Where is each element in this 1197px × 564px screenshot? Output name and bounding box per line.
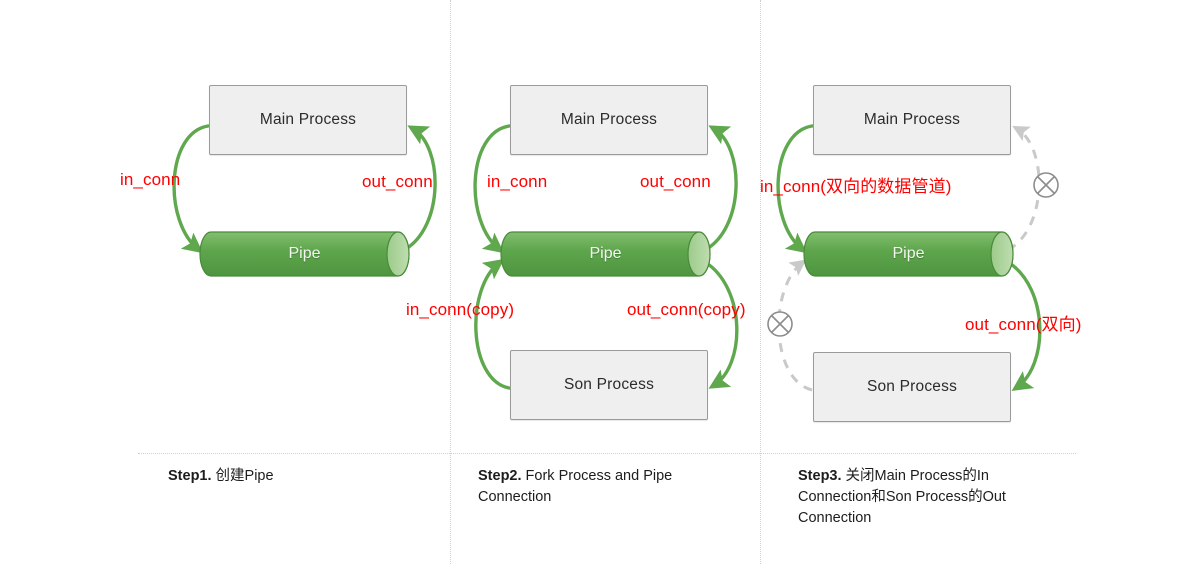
panel3-main-process-box[interactable]: Main Process	[813, 85, 1011, 155]
panel1-caption-step: Step1.	[168, 468, 212, 484]
pipe-shape-panel1	[199, 231, 410, 277]
panel3-caption: Step3. 关闭Main Process的In Connection和Son …	[798, 466, 1030, 529]
panel2-in-conn-label: in_conn	[487, 172, 548, 191]
panel3-main-process-label: Main Process	[863, 111, 961, 128]
panel2-main-process-label: Main Process	[560, 111, 658, 128]
panel2-caption-step: Step2.	[478, 468, 522, 484]
panel2-son-process-label: Son Process	[563, 376, 655, 393]
panel2-caption: Step2. Fork Process and Pipe Connection	[478, 466, 740, 508]
panel3-out-conn-label: out_conn(双向)	[965, 315, 1082, 334]
panel2-arrow-out-conn-copy	[703, 260, 739, 389]
panel2-son-process-box[interactable]: Son Process	[510, 350, 708, 420]
panel2-out-conn-copy-label: out_conn(copy)	[627, 300, 746, 319]
panel3-in-conn-label: in_conn(双向的数据管道)	[760, 177, 952, 196]
panel2-main-process-box[interactable]: Main Process	[510, 85, 708, 155]
panel1-main-process-label: Main Process	[259, 111, 357, 128]
close-connection-icon	[767, 311, 793, 337]
panel3-son-process-label: Son Process	[866, 378, 958, 395]
pipe-shape-panel2	[500, 231, 711, 277]
panel1-main-process-box[interactable]: Main Process	[209, 85, 407, 155]
panel1-out-conn-label: out_conn	[362, 172, 433, 191]
caption-divider	[138, 453, 1076, 454]
panel2-arrow-in-conn-copy	[474, 258, 511, 390]
panel-divider-2	[760, 0, 761, 564]
panel1-in-conn-label: in_conn	[120, 170, 181, 189]
diagram-canvas: Main Process Pipe in_conn out_conn Main …	[0, 0, 1197, 564]
panel3-caption-step: Step3.	[798, 468, 842, 484]
close-connection-icon	[1033, 172, 1059, 198]
panel1-caption: Step1. 创建Pipe	[168, 466, 428, 487]
panel2-out-conn-label: out_conn	[640, 172, 711, 191]
pipe-shape-panel3	[803, 231, 1014, 277]
panel3-son-process-box[interactable]: Son Process	[813, 352, 1011, 422]
panel2-in-conn-copy-label: in_conn(copy)	[406, 300, 515, 319]
panel1-caption-text: 创建Pipe	[211, 468, 274, 484]
panel-divider-1	[450, 0, 451, 564]
